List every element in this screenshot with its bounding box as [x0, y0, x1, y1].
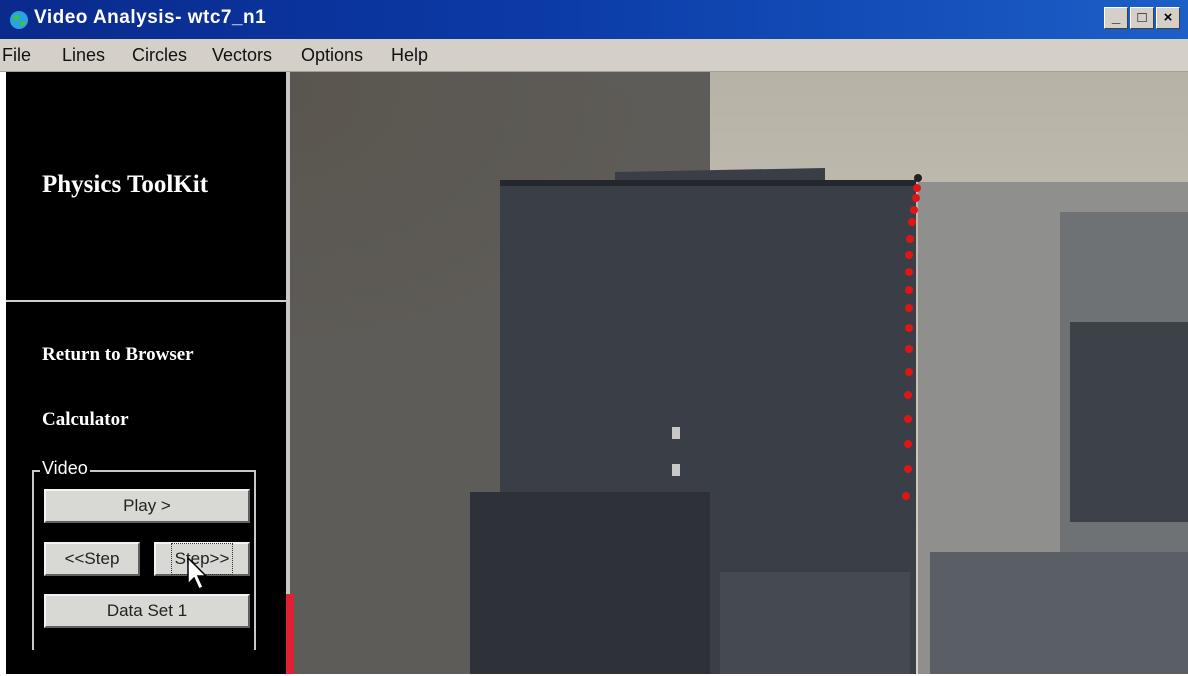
- light-spot: [672, 464, 680, 476]
- play-button[interactable]: Play >: [44, 489, 250, 523]
- light-spot: [672, 427, 680, 439]
- brand-title: Physics ToolKit: [42, 171, 209, 198]
- brand-panel: Physics ToolKit: [6, 72, 286, 302]
- menu-help[interactable]: Help: [391, 45, 428, 66]
- foreground-structure: [720, 572, 910, 674]
- play-button-label: Play >: [123, 496, 171, 515]
- track-point: [905, 368, 913, 376]
- video-group-legend: Video: [40, 458, 90, 479]
- menu-lines[interactable]: Lines: [62, 45, 105, 66]
- window-title: Video Analysis- wtc7_n1: [34, 7, 267, 28]
- track-point: [913, 184, 921, 192]
- maximize-button[interactable]: □: [1130, 7, 1154, 29]
- menu-circles[interactable]: Circles: [132, 45, 187, 66]
- track-point: [904, 415, 912, 423]
- video-scene: [290, 72, 1188, 674]
- video-frame[interactable]: [286, 72, 1188, 674]
- track-point: [908, 218, 916, 226]
- menu-bar: File Lines Circles Vectors Options Help: [0, 39, 1188, 72]
- track-point: [906, 235, 914, 243]
- window-controls: _ □ ×: [1104, 7, 1180, 29]
- foreground-building: [470, 492, 710, 674]
- red-edge-marker: [286, 594, 294, 674]
- track-point: [905, 324, 913, 332]
- menu-options[interactable]: Options: [301, 45, 363, 66]
- track-point: [905, 304, 913, 312]
- return-to-browser-link[interactable]: Return to Browser: [42, 344, 194, 366]
- globe-icon: [10, 11, 28, 29]
- data-set-label: Data Set 1: [106, 601, 188, 620]
- minimize-button[interactable]: _: [1104, 7, 1128, 29]
- foreground-right: [930, 552, 1188, 674]
- track-point: [905, 268, 913, 276]
- step-back-button[interactable]: <<Step: [44, 542, 140, 576]
- building-roofline: [500, 180, 916, 186]
- menu-vectors[interactable]: Vectors: [212, 45, 272, 66]
- track-point: [912, 194, 920, 202]
- track-point: [905, 286, 913, 294]
- close-button[interactable]: ×: [1156, 7, 1180, 29]
- step-back-label: <<Step: [64, 549, 120, 568]
- track-point: [910, 206, 918, 214]
- title-bar[interactable]: Video Analysis- wtc7_n1 _ □ ×: [0, 0, 1188, 39]
- track-point: [905, 251, 913, 259]
- mouse-pointer-icon: [187, 556, 208, 591]
- sidebar: Physics ToolKit Return to Browser Calcul…: [6, 72, 286, 674]
- data-set-button[interactable]: Data Set 1: [44, 594, 250, 628]
- track-point: [914, 174, 922, 182]
- track-point: [902, 492, 910, 500]
- dark-tower: [1070, 322, 1188, 522]
- track-point: [904, 465, 912, 473]
- menu-file[interactable]: File: [2, 45, 31, 66]
- track-point: [904, 391, 912, 399]
- track-point: [905, 345, 913, 353]
- calculator-link[interactable]: Calculator: [42, 409, 129, 431]
- track-point: [904, 440, 912, 448]
